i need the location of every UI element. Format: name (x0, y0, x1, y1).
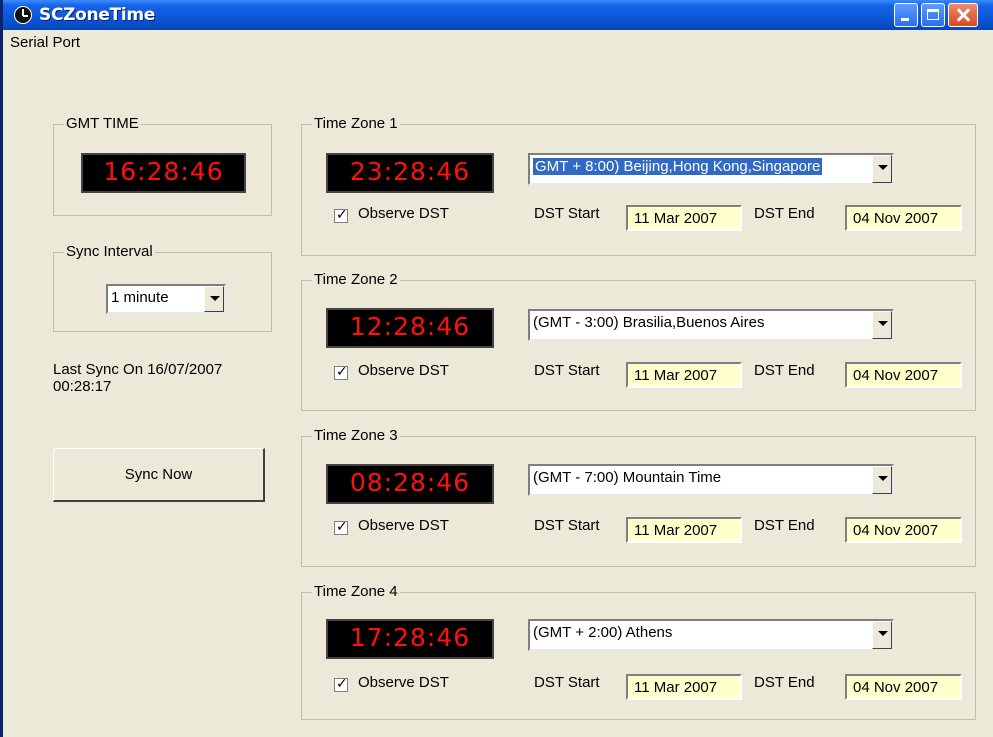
zone-select[interactable]: (GMT - 3:00) Brasilia,Buenos Aires (528, 309, 894, 341)
zone-select[interactable]: (GMT - 7:00) Mountain Time (528, 464, 894, 496)
dst-start-field[interactable]: 11 Mar 2007 (626, 517, 742, 543)
gmt-time-legend: GMT TIME (64, 115, 141, 133)
minimize-icon[interactable] (894, 3, 918, 27)
time-zone-2-group: Time Zone 2 12:28:46 (GMT - 3:00) Brasil… (301, 271, 976, 411)
dst-end-field[interactable]: 04 Nov 2007 (845, 362, 962, 388)
dst-start-label: DST Start (534, 674, 600, 691)
chevron-down-icon[interactable] (872, 621, 892, 649)
zone-select-value: (GMT + 2:00) Athens (533, 624, 673, 641)
chevron-down-icon[interactable] (872, 466, 892, 494)
time-zone-3-group: Time Zone 3 08:28:46 (GMT - 7:00) Mounta… (301, 427, 976, 567)
chevron-down-icon[interactable] (872, 311, 892, 339)
window-title: SCZoneTime (39, 5, 156, 25)
observe-dst-label: Observe DST (358, 362, 449, 379)
zone-time-display: 08:28:46 (326, 464, 494, 504)
time-zone-legend: Time Zone 2 (312, 271, 400, 289)
menu-bar: Serial Port (3, 30, 993, 55)
title-bar[interactable]: SCZoneTime (3, 0, 993, 30)
dst-start-field[interactable]: 11 Mar 2007 (626, 362, 742, 388)
dst-end-field[interactable]: 04 Nov 2007 (845, 674, 962, 700)
observe-dst-checkbox[interactable] (334, 675, 348, 692)
app-window: SCZoneTime Serial Port GMT TIME 16:28:46… (0, 0, 993, 737)
last-sync-time: 00:28:17 (53, 378, 112, 395)
sync-interval-value: 1 minute (111, 289, 169, 306)
observe-dst-label: Observe DST (358, 517, 449, 534)
sync-now-button[interactable]: Sync Now (53, 448, 265, 502)
observe-dst-checkbox[interactable] (334, 518, 348, 535)
zone-time-display: 23:28:46 (326, 153, 494, 193)
dst-start-label: DST Start (534, 205, 600, 222)
observe-dst-checkbox[interactable] (334, 206, 348, 223)
time-zone-4-group: Time Zone 4 17:28:46 (GMT + 2:00) Athens… (301, 583, 976, 720)
zone-time-display: 17:28:46 (326, 619, 494, 659)
zone-select-value: GMT + 8:00) Beijing,Hong Kong,Singapore (533, 158, 823, 175)
time-zone-legend: Time Zone 1 (312, 115, 400, 133)
dst-start-label: DST Start (534, 517, 600, 534)
zone-select-value: (GMT - 3:00) Brasilia,Buenos Aires (533, 314, 765, 331)
sync-interval-legend: Sync Interval (64, 243, 155, 261)
time-zone-1-group: Time Zone 1 23:28:46 GMT + 8:00) Beijing… (301, 115, 976, 256)
observe-dst-checkbox[interactable] (334, 363, 348, 380)
dst-start-field[interactable]: 11 Mar 2007 (626, 674, 742, 700)
time-zone-legend: Time Zone 3 (312, 427, 400, 445)
zone-select[interactable]: (GMT + 2:00) Athens (528, 619, 894, 651)
clock-icon[interactable] (14, 6, 32, 24)
menu-serial-port[interactable]: Serial Port (10, 34, 80, 51)
dst-start-field[interactable]: 11 Mar 2007 (626, 205, 742, 231)
sync-interval-group: Sync Interval 1 minute (53, 243, 272, 332)
dst-end-field[interactable]: 04 Nov 2007 (845, 205, 962, 231)
sync-interval-select[interactable]: 1 minute (106, 284, 226, 314)
time-zone-legend: Time Zone 4 (312, 583, 400, 601)
observe-dst-label: Observe DST (358, 674, 449, 691)
close-icon[interactable] (948, 3, 978, 27)
maximize-icon[interactable] (921, 3, 945, 27)
zone-time-display: 12:28:46 (326, 308, 494, 348)
chevron-down-icon[interactable] (872, 155, 892, 183)
observe-dst-label: Observe DST (358, 205, 449, 222)
dst-end-label: DST End (754, 205, 815, 222)
gmt-time-group: GMT TIME 16:28:46 (53, 115, 272, 216)
dst-end-label: DST End (754, 362, 815, 379)
gmt-time-display: 16:28:46 (81, 153, 246, 193)
zone-select-value: (GMT - 7:00) Mountain Time (533, 469, 722, 486)
dst-end-label: DST End (754, 517, 815, 534)
zone-select[interactable]: GMT + 8:00) Beijing,Hong Kong,Singapore (528, 153, 894, 185)
dst-start-label: DST Start (534, 362, 600, 379)
dst-end-label: DST End (754, 674, 815, 691)
last-sync-text: Last Sync On 16/07/2007 (53, 361, 223, 378)
dst-end-field[interactable]: 04 Nov 2007 (845, 517, 962, 543)
chevron-down-icon[interactable] (204, 286, 224, 312)
